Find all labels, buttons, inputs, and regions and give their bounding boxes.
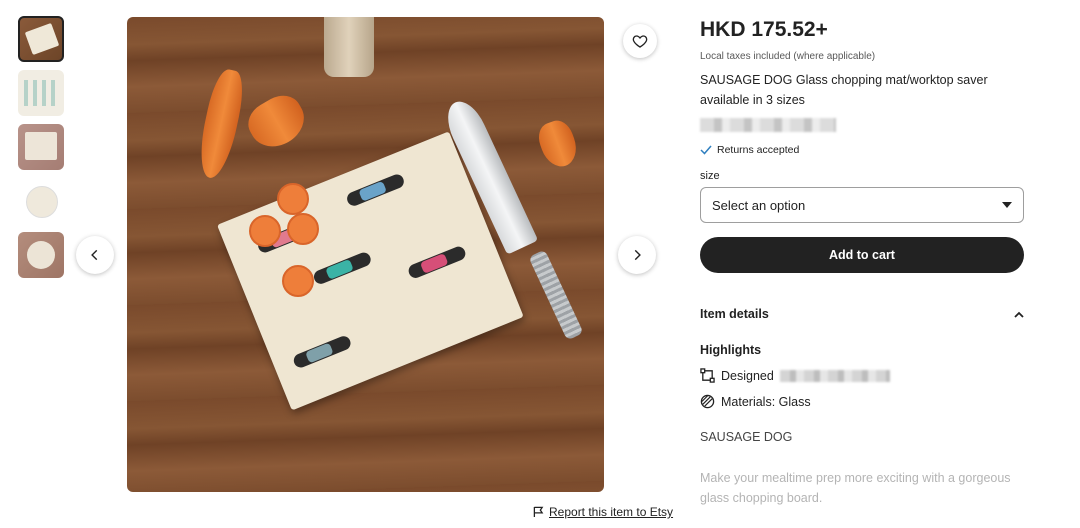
carrot-1: [193, 66, 249, 182]
caret-down-icon: [1002, 202, 1012, 208]
thumbnail-3[interactable]: [18, 124, 64, 170]
materials-text: Materials: Glass: [721, 394, 811, 409]
carrot-slice: [282, 265, 314, 297]
report-item-text: Report this item to Etsy: [549, 505, 674, 519]
size-select-value: Select an option: [712, 197, 806, 213]
price: HKD 175.52+: [700, 18, 828, 41]
item-details-heading: Item details: [700, 307, 769, 321]
main-product-image: [127, 17, 604, 492]
design-icon: [700, 368, 715, 383]
add-to-cart-button[interactable]: Add to cart: [700, 237, 1024, 273]
designed-label: Designed: [721, 368, 774, 383]
previous-image-button[interactable]: [76, 236, 114, 274]
check-icon: [700, 145, 712, 155]
blurred-shop-info: [700, 118, 836, 132]
flag-icon: [533, 506, 544, 518]
designed-row: Designed: [700, 368, 1026, 383]
thumbnail-2[interactable]: [18, 70, 64, 116]
product-panel: HKD 175.52+ Local taxes included (where …: [700, 18, 1026, 508]
thumbnail-5[interactable]: [18, 232, 64, 278]
carrot-slice: [277, 183, 309, 215]
description-text: Make your mealtime prep more exciting wi…: [700, 471, 1011, 505]
heart-icon: [632, 35, 648, 48]
blurred-designer: [779, 369, 890, 382]
materials-row: Materials: Glass: [700, 394, 1026, 409]
item-details-toggle[interactable]: Item details: [700, 307, 1024, 321]
materials-icon: [700, 394, 715, 409]
carrot-3: [534, 116, 582, 172]
description-subtitle: SAUSAGE DOG: [700, 430, 793, 444]
chevron-right-icon: [634, 249, 641, 261]
chevron-left-icon: [91, 249, 98, 261]
chevron-up-icon: [1014, 311, 1024, 318]
favorite-button[interactable]: [623, 24, 657, 58]
carrot-slice: [287, 213, 319, 245]
product-title: SAUSAGE DOG Glass chopping mat/worktop s…: [700, 73, 988, 107]
size-select[interactable]: Select an option: [700, 187, 1024, 223]
size-label: size: [700, 170, 720, 182]
pepper-mill: [324, 17, 374, 77]
thumbnail-1[interactable]: [18, 16, 64, 62]
highlights-heading: Highlights: [700, 343, 762, 357]
carrot-slice: [249, 215, 281, 247]
returns-text: Returns accepted: [717, 144, 800, 156]
taxes-note: Local taxes included (where applicable): [700, 51, 876, 62]
returns-info: Returns accepted: [700, 144, 1026, 156]
thumbnail-4[interactable]: [18, 178, 64, 224]
carrot-2: [241, 88, 313, 156]
knife-handle: [528, 249, 584, 341]
thumbnail-list: [18, 16, 66, 286]
next-image-button[interactable]: [618, 236, 656, 274]
report-item-link[interactable]: Report this item to Etsy: [533, 505, 673, 519]
